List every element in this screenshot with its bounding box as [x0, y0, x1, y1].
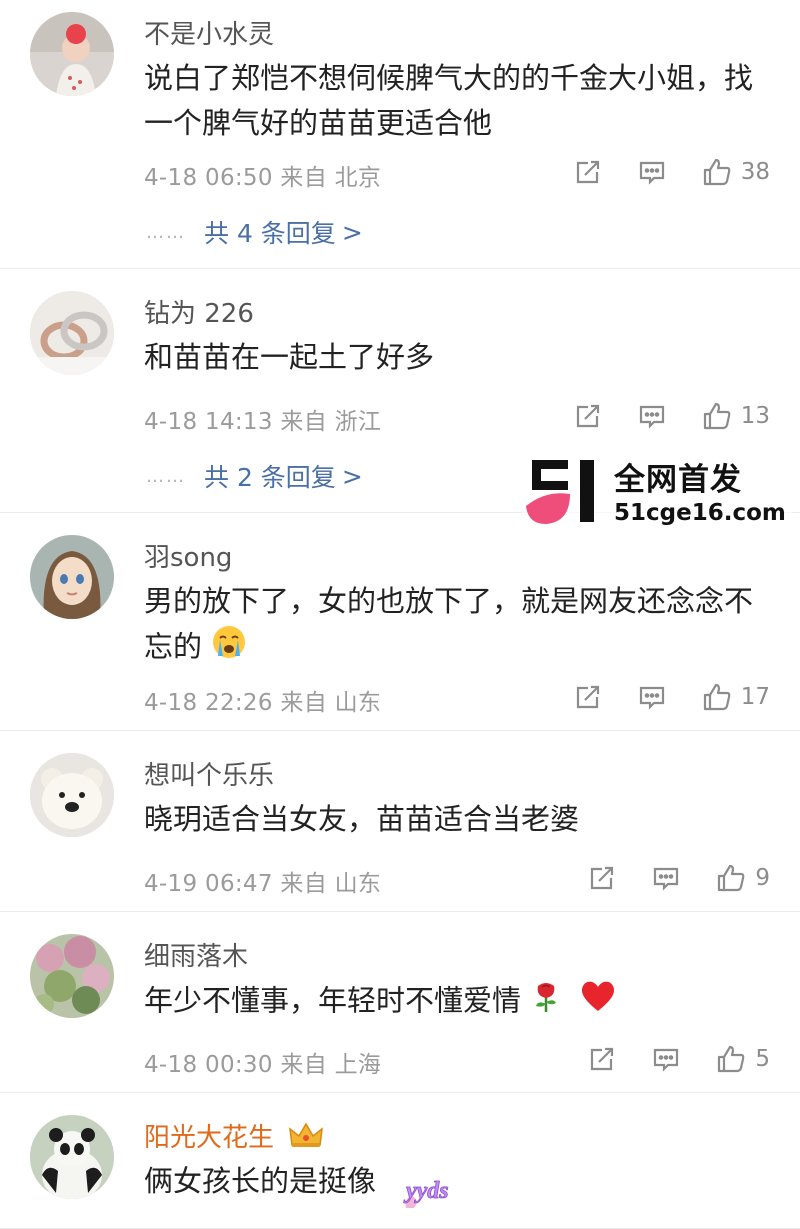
- replies-dots: ……: [146, 465, 186, 487]
- comment-actions: 13: [573, 400, 770, 432]
- avatar[interactable]: [30, 1115, 114, 1199]
- comment-meta: 4-18 14:13 来自 浙江: [144, 409, 382, 435]
- crying-emoji: [211, 624, 247, 673]
- red-heart-emoji: [579, 979, 617, 1026]
- like-count: 13: [740, 403, 770, 429]
- sticker-text: yyds: [403, 1178, 449, 1204]
- username[interactable]: 想叫个乐乐: [144, 755, 274, 792]
- comment-actions: 5: [587, 1043, 770, 1075]
- comment-icon: [637, 682, 667, 712]
- repost-button[interactable]: [587, 863, 617, 893]
- like-button[interactable]: 13: [701, 400, 770, 432]
- chevron-right-icon: >: [341, 217, 363, 247]
- comment-button[interactable]: [637, 682, 667, 712]
- like-count: 9: [755, 865, 770, 891]
- like-button[interactable]: 9: [715, 862, 770, 894]
- comment-meta: 4-19 06:47 来自 山东: [144, 871, 382, 897]
- repost-button[interactable]: [573, 682, 603, 712]
- username[interactable]: 羽song: [144, 537, 232, 574]
- repost-icon: [573, 401, 603, 431]
- comment-button[interactable]: [651, 1044, 681, 1074]
- like-button[interactable]: 17: [701, 681, 770, 713]
- chevron-right-icon: >: [341, 461, 363, 491]
- repost-icon: [587, 1044, 617, 1074]
- replies-count: 共 4 条回复: [204, 219, 336, 248]
- comment-icon: [637, 157, 667, 187]
- username-text: 阳光大花生: [144, 1123, 275, 1153]
- comment-actions: 38: [573, 156, 770, 188]
- watermark-text: 全网首发 51cge16.com: [614, 462, 786, 528]
- comment-item: 细雨落木 年少不懂事，年轻时不懂爱情 4-18 00:30 来自 上海 5: [0, 912, 800, 1093]
- comment-button[interactable]: [637, 157, 667, 187]
- repost-button[interactable]: [573, 157, 603, 187]
- replies-dots: ……: [146, 221, 186, 243]
- view-replies-link[interactable]: …… 共 2 条回复 >: [146, 458, 363, 494]
- comment-item: 羽song 男的放下了，女的也放下了，就是网友还念念不忘的 4-18 22:26…: [0, 513, 800, 731]
- like-button[interactable]: 5: [715, 1043, 770, 1075]
- crown-icon: [288, 1121, 324, 1156]
- username[interactable]: 不是小水灵: [144, 14, 274, 51]
- comment-button[interactable]: [651, 863, 681, 893]
- comment-meta: 4-18 00:30 来自 上海: [144, 1052, 382, 1078]
- comment-text: 说白了郑恺不想伺候脾气大的的千金大小姐，找一个脾气好的苗苗更适合他: [144, 61, 754, 140]
- comment-button[interactable]: [637, 401, 667, 431]
- avatar[interactable]: [30, 291, 114, 375]
- like-count: 38: [740, 159, 770, 185]
- comment-actions: 9: [587, 862, 770, 894]
- comment-text-content: 年少不懂事，年轻时不懂爱情: [144, 983, 522, 1018]
- comment-icon: [651, 863, 681, 893]
- comment-text: 晓玥适合当女友，苗苗适合当老婆: [144, 802, 580, 836]
- like-icon: [715, 1043, 747, 1075]
- watermark-title: 全网首发: [614, 462, 742, 498]
- watermark-url: 51cge16.com: [614, 500, 786, 526]
- username[interactable]: 细雨落木: [144, 936, 248, 973]
- like-icon: [715, 862, 747, 894]
- avatar[interactable]: [30, 535, 114, 619]
- like-icon: [701, 681, 733, 713]
- repost-button[interactable]: [587, 1044, 617, 1074]
- comment-item: 不是小水灵 说白了郑恺不想伺候脾气大的的千金大小姐，找一个脾气好的苗苗更适合他 …: [0, 0, 800, 269]
- watermark-logo: [522, 456, 604, 534]
- avatar[interactable]: [30, 934, 114, 1018]
- repost-button[interactable]: [573, 401, 603, 431]
- username[interactable]: 钻为 226: [144, 293, 254, 330]
- repost-icon: [573, 682, 603, 712]
- like-count: 5: [755, 1046, 770, 1072]
- comment-icon: [637, 401, 667, 431]
- comment-text: 年少不懂事，年轻时不懂爱情: [144, 978, 764, 1027]
- comment-text: 和苗苗在一起土了好多: [144, 340, 435, 374]
- avatar[interactable]: [30, 12, 114, 96]
- view-replies-link[interactable]: …… 共 4 条回复 >: [146, 214, 363, 250]
- like-button[interactable]: 38: [701, 156, 770, 188]
- comment-actions: 17: [573, 681, 770, 713]
- comment-icon: [651, 1044, 681, 1074]
- avatar[interactable]: [30, 753, 114, 837]
- rose-emoji: [530, 978, 562, 1027]
- replies-count: 共 2 条回复: [204, 463, 336, 492]
- repost-icon: [587, 863, 617, 893]
- comment-item: 想叫个乐乐 晓玥适合当女友，苗苗适合当老婆 4-19 06:47 来自 山东 9: [0, 731, 800, 912]
- like-icon: [701, 400, 733, 432]
- repost-icon: [573, 157, 603, 187]
- like-count: 17: [740, 684, 770, 710]
- yyds-sticker: yyds: [400, 1168, 460, 1212]
- watermark: 全网首发 51cge16.com: [522, 455, 792, 535]
- comment-text: 男的放下了，女的也放下了，就是网友还念念不忘的: [144, 579, 764, 673]
- username[interactable]: 阳光大花生: [144, 1117, 324, 1156]
- comment-meta: 4-18 06:50 来自 北京: [144, 165, 382, 191]
- like-icon: [701, 156, 733, 188]
- comment-meta: 4-18 22:26 来自 山东: [144, 690, 382, 716]
